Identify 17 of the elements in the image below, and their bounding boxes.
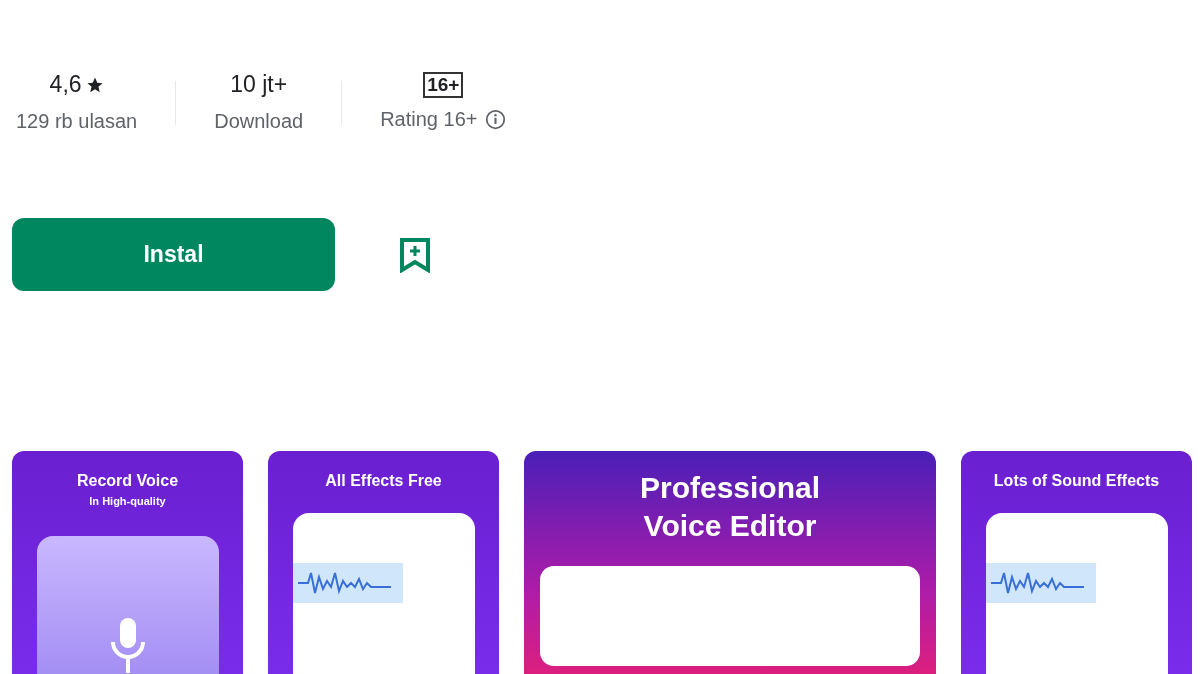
- stat-label: Rating 16+: [380, 107, 478, 133]
- stat-value: 10 jt+: [230, 70, 288, 100]
- info-icon[interactable]: [485, 108, 507, 130]
- waveform-icon: [292, 563, 403, 603]
- screenshot-title: Lots of Sound Effects: [993, 471, 1160, 491]
- stat-value: 4,6: [49, 70, 82, 100]
- install-button[interactable]: Instal: [12, 218, 335, 291]
- screenshot-title: All Effects Free: [325, 471, 442, 491]
- waveform-icon: [985, 563, 1096, 603]
- content-rating-badge: 16+: [423, 71, 464, 99]
- screenshot-title: Record Voice: [76, 471, 179, 491]
- bookmark-add-icon[interactable]: [399, 236, 431, 273]
- screenshot-title: Professional Voice Editor: [638, 470, 822, 544]
- screenshot-subtitle: In High-quality: [89, 494, 166, 509]
- stat-label: Download: [214, 108, 304, 134]
- star-icon: [85, 76, 104, 94]
- stat-label: 129 rb ulasan: [16, 108, 138, 134]
